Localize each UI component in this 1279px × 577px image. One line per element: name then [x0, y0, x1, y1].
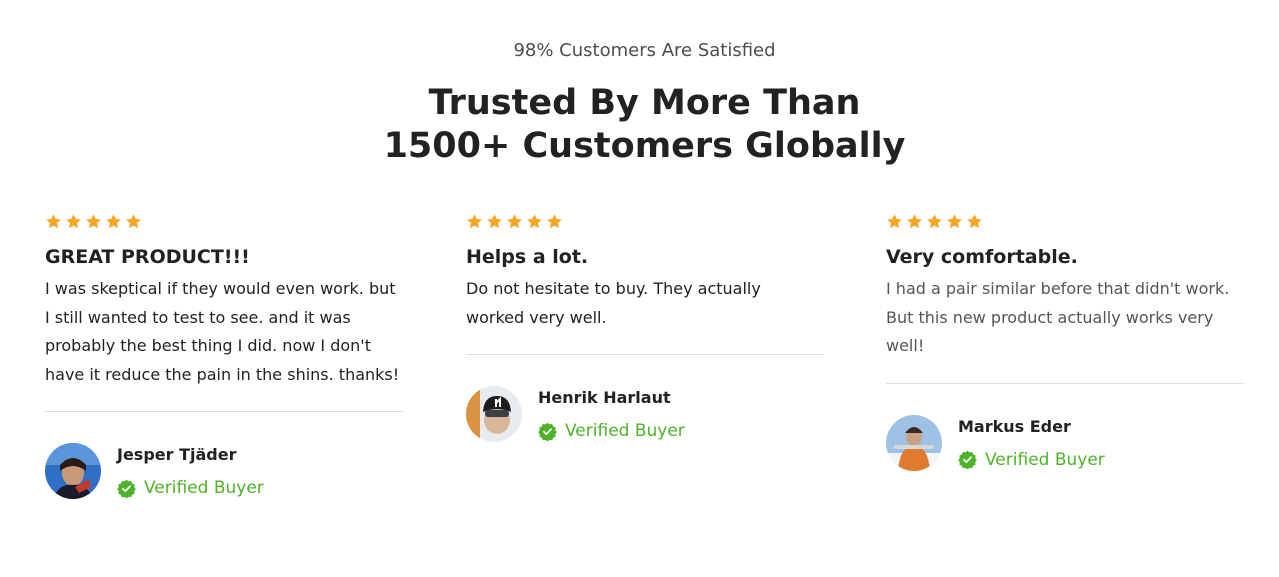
star-icon [86, 214, 101, 229]
review-card: Helps a lot. Do not hesitate to buy. The… [466, 213, 824, 443]
verified-label: Verified Buyer [565, 421, 685, 442]
star-icon [507, 214, 522, 229]
star-icon [547, 214, 562, 229]
review-body: I was skeptical if they would even work.… [45, 279, 400, 384]
review-divider [886, 382, 1244, 384]
avatar [45, 443, 101, 500]
star-icon [487, 214, 502, 229]
star-rating [466, 213, 824, 231]
headline-line-1: Trusted By More Than [428, 83, 861, 123]
review-body: Do not hesitate to buy. They actually wo… [466, 279, 761, 327]
star-rating [886, 213, 1244, 231]
review-body: I had a pair similar before that didn't … [886, 279, 1230, 356]
review-card: GREAT PRODUCT!!! I was skeptical if they… [45, 213, 403, 500]
review-title: Very comfortable. [886, 246, 1078, 268]
verified-badge: Verified Buyer [117, 478, 264, 498]
verified-label: Verified Buyer [985, 449, 1105, 470]
star-icon [46, 214, 61, 229]
review-divider [45, 411, 403, 413]
star-rating [45, 213, 403, 231]
satisfaction-eyebrow: 98% Customers Are Satisfied [513, 40, 776, 61]
verified-check-icon [958, 451, 977, 470]
author-name: Henrik Harlaut [538, 388, 671, 408]
verified-badge: Verified Buyer [538, 421, 685, 441]
avatar [466, 386, 522, 443]
star-icon [527, 214, 542, 229]
verified-check-icon [117, 479, 136, 498]
headline-line-2: 1500+ Customers Globally [383, 126, 906, 166]
review-title: Helps a lot. [466, 246, 589, 268]
star-icon [106, 214, 121, 229]
star-icon [967, 214, 982, 229]
verified-label: Verified Buyer [144, 478, 264, 499]
verified-badge: Verified Buyer [958, 450, 1105, 470]
review-author: Jesper Tjäder Verified Buyer [45, 443, 403, 500]
star-icon [947, 214, 962, 229]
author-name: Markus Eder [958, 416, 1071, 436]
verified-check-icon [538, 422, 557, 441]
review-card: Very comfortable. I had a pair similar b… [886, 213, 1244, 471]
star-icon [907, 214, 922, 229]
star-icon [887, 214, 902, 229]
star-icon [66, 214, 81, 229]
review-author: Henrik Harlaut Verified Buyer [466, 386, 824, 443]
review-divider [466, 354, 824, 356]
star-icon [126, 214, 141, 229]
review-title: GREAT PRODUCT!!! [45, 246, 250, 268]
author-name: Jesper Tjäder [117, 445, 237, 465]
star-icon [927, 214, 942, 229]
section-headline: Trusted By More Than 1500+ Customers Glo… [0, 82, 1279, 168]
review-author: Markus Eder Verified Buyer [886, 414, 1244, 471]
avatar [886, 414, 942, 471]
star-icon [467, 214, 482, 229]
